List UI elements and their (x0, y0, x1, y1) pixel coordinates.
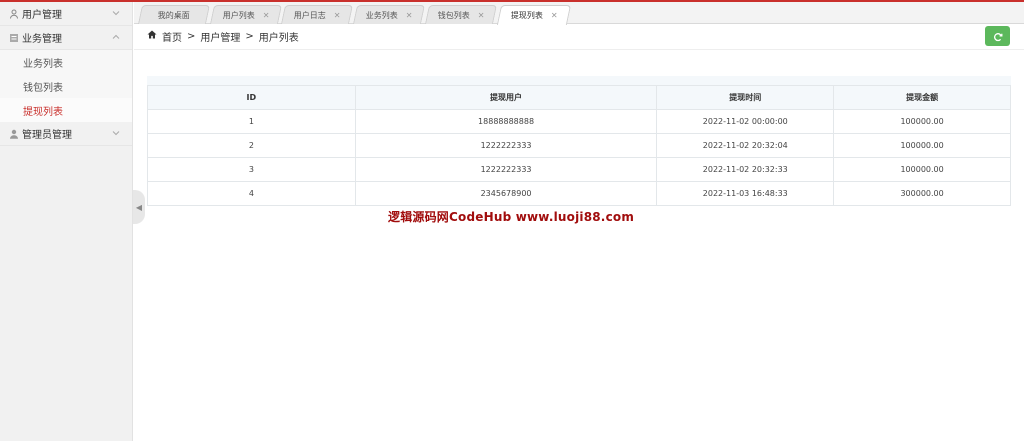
breadcrumb: 首页 > 用户管理 > 用户列表 (147, 28, 299, 44)
sidebar-group-label: 管理员管理 (22, 130, 72, 141)
sidebar-group-label: 用户管理 (22, 10, 62, 21)
cell-id: 1 (147, 109, 356, 134)
cell-time: 2022-11-02 00:00:00 (656, 109, 835, 134)
user-icon (9, 9, 19, 19)
tab-withdraw-list[interactable]: 提现列表 ✕ (496, 5, 572, 25)
sidebar-group-label: 业务管理 (22, 34, 62, 45)
sidebar-item-business-list[interactable]: 业务列表 (0, 50, 132, 74)
withdraw-table: ID 提现用户 提现时间 提现金额 1 18888888888 2022-11-… (147, 85, 1011, 206)
column-header-withdraw-time[interactable]: 提现时间 (656, 85, 835, 110)
chevron-down-icon (112, 9, 120, 17)
tab-user-list[interactable]: 用户列表 ✕ (209, 5, 283, 24)
sidebar-item-withdraw-list[interactable]: 提现列表 (0, 98, 132, 122)
cell-user: 2345678900 (354, 181, 658, 206)
refresh-button[interactable] (985, 26, 1010, 46)
table-row[interactable]: 4 2345678900 2022-11-03 16:48:33 300000.… (147, 181, 1011, 206)
sidebar-item-wallet-list[interactable]: 钱包列表 (0, 74, 132, 98)
tab-label: 用户列表 (222, 10, 255, 20)
cell-id: 3 (147, 157, 356, 182)
close-icon[interactable]: ✕ (478, 11, 485, 20)
cell-time: 2022-11-03 16:48:33 (656, 181, 835, 206)
cell-amount: 100000.00 (833, 133, 1011, 158)
close-icon[interactable]: ✕ (551, 11, 558, 20)
close-icon[interactable]: ✕ (406, 11, 413, 20)
sidebar-item-label: 提现列表 (23, 106, 63, 118)
breadcrumb-level1[interactable]: 用户管理 (200, 29, 240, 44)
list-icon (9, 33, 19, 43)
chevron-left-icon: ◀ (135, 202, 143, 212)
tab-bar: 我的桌面 用户列表 ✕ 用户日志 ✕ 业务列表 ✕ 钱包列表 ✕ 提现列表 ✕ (134, 2, 1024, 25)
table-toolbar-strip (147, 76, 1011, 85)
cell-id: 4 (147, 181, 356, 206)
sidebar-collapse-handle[interactable]: ◀ (133, 190, 145, 224)
chevron-up-icon (112, 33, 120, 41)
cell-id: 2 (147, 133, 356, 158)
cell-time: 2022-11-02 20:32:33 (656, 157, 835, 182)
breadcrumb-separator: > (245, 30, 254, 42)
breadcrumb-separator: > (187, 30, 196, 42)
column-header-withdraw-user[interactable]: 提现用户 (354, 85, 658, 110)
tab-label: 提现列表 (510, 11, 543, 20)
table-header-row: ID 提现用户 提现时间 提现金额 (147, 85, 1011, 110)
sidebar-item-label: 业务列表 (23, 58, 63, 70)
tab-user-log[interactable]: 用户日志 ✕ (280, 5, 354, 24)
tab-my-desktop[interactable]: 我的桌面 (137, 5, 211, 24)
table-row[interactable]: 2 1222222333 2022-11-02 20:32:04 100000.… (147, 133, 1011, 158)
header-divider (134, 49, 1024, 50)
home-icon (147, 30, 157, 42)
cell-amount: 300000.00 (833, 181, 1011, 206)
cell-amount: 100000.00 (833, 157, 1011, 182)
cell-time: 2022-11-02 20:32:04 (656, 133, 835, 158)
admin-user-icon (9, 129, 19, 139)
tab-business-list[interactable]: 业务列表 ✕ (352, 5, 426, 24)
sidebar-group-user-management[interactable]: 用户管理 (0, 2, 132, 26)
cell-user: 1222222333 (354, 133, 658, 158)
sidebar-group-admin-management[interactable]: 管理员管理 (0, 122, 132, 146)
close-icon[interactable]: ✕ (263, 11, 270, 20)
tab-label: 业务列表 (365, 10, 398, 20)
tab-label: 用户日志 (293, 10, 326, 20)
table-row[interactable]: 3 1222222333 2022-11-02 20:32:33 100000.… (147, 157, 1011, 182)
close-icon[interactable]: ✕ (334, 11, 341, 20)
tab-wallet-list[interactable]: 钱包列表 ✕ (424, 5, 498, 24)
column-header-id[interactable]: ID (147, 85, 356, 110)
breadcrumb-home[interactable]: 首页 (162, 29, 182, 44)
cell-user: 1222222333 (354, 157, 658, 182)
cell-amount: 100000.00 (833, 109, 1011, 134)
table-row[interactable]: 1 18888888888 2022-11-02 00:00:00 100000… (147, 109, 1011, 134)
sidebar: 用户管理 业务管理 业务列表 钱包列表 提现列表 管理员管理 (0, 2, 133, 441)
refresh-icon (993, 27, 1003, 46)
breadcrumb-level2: 用户列表 (258, 32, 299, 44)
chevron-down-icon (112, 129, 120, 137)
tab-label: 钱包列表 (437, 10, 470, 20)
tab-label: 我的桌面 (157, 10, 190, 20)
sidebar-item-label: 钱包列表 (23, 82, 63, 94)
sidebar-group-business-management[interactable]: 业务管理 (0, 26, 132, 50)
watermark-text: 逻辑源码网CodeHub www.luoji88.com (388, 210, 635, 224)
cell-user: 18888888888 (354, 109, 658, 134)
column-header-withdraw-amount[interactable]: 提现金额 (833, 85, 1011, 110)
